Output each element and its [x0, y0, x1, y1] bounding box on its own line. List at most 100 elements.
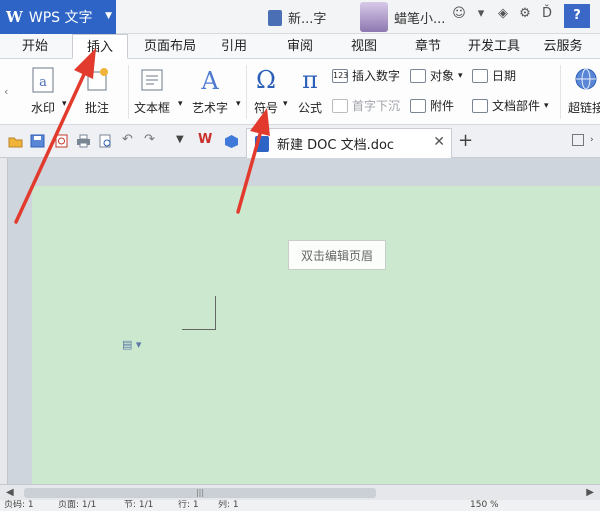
open-folder-icon[interactable] — [8, 134, 23, 148]
app-menu-button[interactable]: W WPS 文字 ▼ — [0, 0, 116, 34]
ribbon-insert: ‹ a 水印 ▾ 批注 文本框 ▾ A 艺术字 ▾ Ω 符号 ▾ π 公式 12… — [0, 59, 600, 125]
word-document-icon — [255, 135, 269, 152]
attachment-label: 附件 — [430, 99, 455, 113]
status-zoom[interactable]: 150 % — [470, 500, 499, 511]
help-button[interactable]: ? — [564, 4, 590, 28]
wordart-icon: A — [197, 65, 223, 95]
skin-icon[interactable]: ☺ — [452, 6, 466, 21]
margin-corner-mark — [182, 296, 216, 330]
svg-text:A: A — [200, 67, 219, 94]
object-label: 对象 — [430, 69, 455, 83]
quick-access-bar: ↶ ↷ ▼ W 新建 DOC 文档.doc ✕ + › — [0, 125, 600, 158]
wps-w-icon[interactable]: W — [198, 132, 216, 147]
avatar[interactable] — [360, 2, 388, 32]
watermark-icon: a — [30, 65, 56, 95]
app-name: WPS 文字 — [28, 10, 93, 26]
tab-developer[interactable]: 开发工具 — [466, 34, 522, 59]
pi-icon: π — [302, 66, 318, 94]
insert-number-button[interactable]: 123 插入数字 — [332, 67, 400, 84]
title-bar: W WPS 文字 ▼ 新...字 蜡笔小... ☺ ▾ ◈ ⚙ Ď ? — [0, 0, 600, 34]
chevron-down-icon[interactable]: ▼ — [176, 134, 191, 148]
tab-insert[interactable]: 插入 — [72, 34, 128, 59]
object-button[interactable]: 对象 ▾ — [410, 67, 463, 84]
chevron-down-icon[interactable]: ▾ — [178, 99, 183, 109]
document-icon — [268, 9, 282, 26]
status-page-number: 页码: 1 — [4, 500, 34, 510]
redo-icon[interactable]: ↷ — [144, 132, 159, 147]
svg-text:a: a — [39, 75, 47, 90]
chevron-down-icon[interactable]: ▾ — [236, 99, 241, 109]
attachment-button[interactable]: 附件 — [410, 97, 454, 114]
title-doc-name: 新...字 — [288, 12, 327, 27]
formula-button[interactable]: π 公式 — [298, 65, 322, 116]
settings-icon[interactable]: ⚙ — [518, 6, 532, 21]
tab-references[interactable]: 引用 — [214, 34, 254, 59]
print-icon[interactable] — [76, 134, 91, 148]
hyperlink-button[interactable]: 超链接 — [568, 65, 600, 116]
tab-chapter[interactable]: 章节 — [408, 34, 448, 59]
header-edit-hint[interactable]: 双击编辑页眉 — [288, 240, 386, 270]
chevron-down-icon: ▼ — [105, 11, 112, 21]
chevron-down-icon[interactable]: ▾ — [62, 99, 67, 109]
wordart-label: 艺术字 — [192, 101, 229, 115]
status-bar: 页码: 1 页面: 1/1 节: 1/1 行: 1 列: 1 150 % — [0, 500, 600, 511]
textbox-button[interactable]: 文本框 — [134, 65, 170, 116]
skin-d-icon[interactable]: Ď — [540, 6, 554, 21]
attachment-icon — [410, 98, 426, 113]
document-page[interactable] — [32, 186, 600, 484]
ribbon-divider — [560, 65, 561, 119]
chevron-down-icon[interactable]: ▾ — [474, 6, 488, 21]
comment-label: 批注 — [84, 101, 109, 115]
number-icon: 123 — [332, 68, 348, 83]
formula-label: 公式 — [298, 101, 323, 115]
document-tab[interactable]: 新建 DOC 文档.doc ✕ — [246, 128, 452, 158]
title-document-indicator[interactable]: 新...字 — [268, 8, 326, 27]
wps-logo-icon: W — [6, 8, 23, 26]
document-tab-title: 新建 DOC 文档.doc — [277, 138, 395, 153]
scrollbar-thumb[interactable]: ||| — [24, 488, 376, 498]
ribbon-divider — [246, 65, 247, 119]
dropcap-button[interactable]: 首字下沉 — [332, 97, 400, 114]
tab-home[interactable]: 开始 — [10, 34, 60, 59]
watermark-button[interactable]: a 水印 — [30, 65, 56, 116]
date-button[interactable]: 日期 — [472, 67, 516, 84]
status-section: 节: 1/1 — [124, 500, 154, 510]
scroll-right-icon[interactable]: ▶ — [586, 487, 594, 498]
export-pdf-icon[interactable] — [54, 134, 69, 148]
symbol-button[interactable]: Ω 符号 — [254, 65, 278, 116]
new-tab-button[interactable]: + — [458, 130, 473, 151]
horizontal-scrollbar[interactable]: ◀ ||| ▶ — [0, 484, 600, 500]
save-icon[interactable] — [30, 134, 45, 148]
ribbon-scroll-left-icon[interactable]: ‹ — [4, 85, 8, 98]
paragraph-icon[interactable]: ▤ ▾ — [122, 338, 141, 351]
scroll-left-icon[interactable]: ◀ — [6, 487, 14, 498]
doc-parts-icon — [472, 98, 488, 113]
comment-button[interactable]: 批注 — [84, 65, 110, 116]
date-label: 日期 — [492, 69, 517, 83]
tab-view[interactable]: 视图 — [344, 34, 384, 59]
tab-page-layout[interactable]: 页面布局 — [138, 34, 202, 59]
chevron-right-icon[interactable]: › — [590, 135, 600, 149]
undo-icon[interactable]: ↶ — [122, 132, 137, 147]
object-icon — [410, 68, 426, 83]
comment-icon — [84, 65, 110, 95]
insert-number-label: 插入数字 — [352, 69, 401, 83]
wordart-button[interactable]: A 艺术字 — [192, 65, 228, 116]
globe-icon — [573, 65, 599, 95]
dropcap-icon — [332, 98, 348, 113]
omega-icon: Ω — [256, 66, 276, 94]
ribbon-divider — [128, 65, 129, 119]
user-name[interactable]: 蜡笔小... — [394, 8, 445, 27]
sync-icon[interactable]: ◈ — [496, 6, 510, 21]
cube-icon[interactable] — [224, 134, 239, 148]
tab-review[interactable]: 审阅 — [280, 34, 320, 59]
chevron-down-icon[interactable]: ▾ — [283, 99, 288, 109]
tab-cloud[interactable]: 云服务 — [538, 34, 588, 59]
status-row: 行: 1 — [178, 500, 199, 510]
window-restore-icon[interactable] — [572, 134, 584, 146]
print-preview-icon[interactable] — [98, 134, 113, 148]
close-icon[interactable]: ✕ — [433, 134, 445, 150]
symbol-label: 符号 — [254, 101, 279, 115]
status-column: 列: 1 — [218, 500, 239, 510]
doc-parts-button[interactable]: 文档部件 ▾ — [472, 97, 549, 114]
